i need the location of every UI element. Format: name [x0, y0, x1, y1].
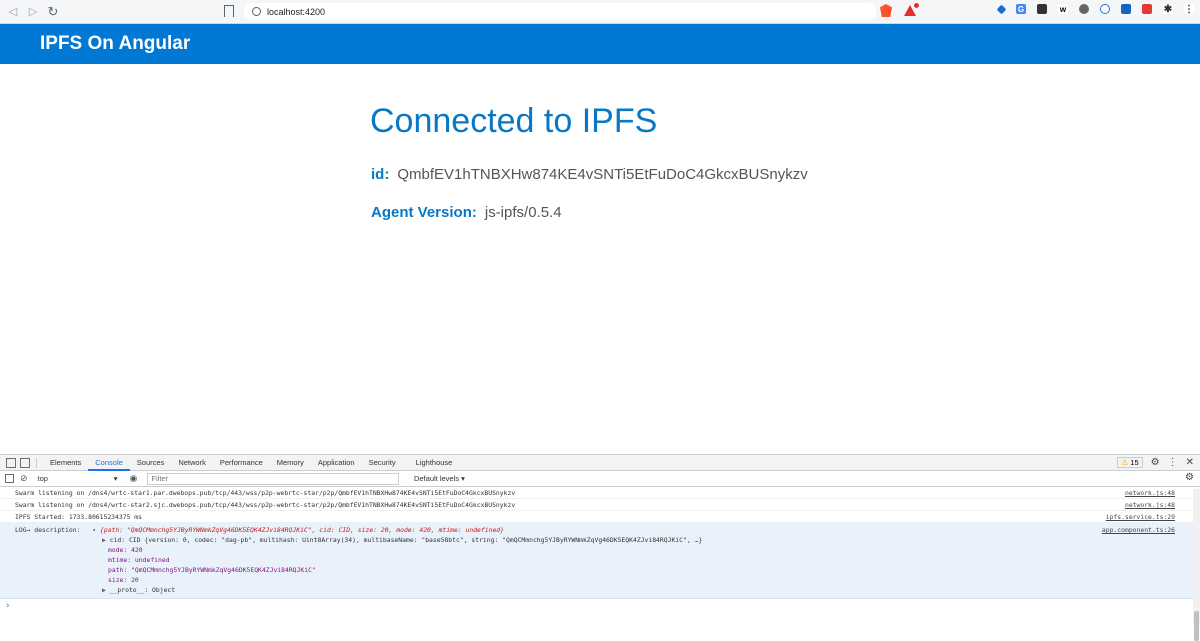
log-prefix: LOG→ description:	[15, 526, 81, 534]
console-scrollbar[interactable]	[1193, 489, 1200, 641]
brave-shields-icon[interactable]	[880, 4, 892, 17]
devtools-panel: Elements Console Sources Network Perform…	[0, 454, 1200, 641]
log-line: Swarm listening on /dns4/wrtc-star1.par.…	[0, 487, 1200, 499]
source-link[interactable]: network.js:48	[1125, 487, 1175, 499]
warnings-badge[interactable]: ⚠ 15	[1117, 457, 1143, 468]
cid-property[interactable]: cid: CID {version: 0, codec: "dag-pb", m…	[110, 536, 703, 544]
agent-version-value: js-ipfs/0.5.4	[484, 204, 562, 221]
mtime-property: mtime: undefined	[108, 556, 170, 564]
source-link[interactable]: app.component.ts:26	[1102, 525, 1175, 535]
clear-console-icon[interactable]: ⊘	[20, 473, 28, 484]
path-property: path: "QmQCMmnchg5YJByRYWNmkZqVg46DK5EQK…	[108, 566, 316, 574]
scroll-thumb[interactable]	[1194, 611, 1199, 641]
tab-lighthouse[interactable]: Lighthouse	[409, 455, 460, 471]
context-value: top	[37, 474, 48, 483]
trello-extension-icon[interactable]	[1121, 4, 1131, 14]
main-content: Connected to IPFS id: QmbfEV1hTNBXHw874K…	[0, 64, 1200, 454]
console-prompt-row[interactable]: ›	[0, 599, 1200, 613]
site-info-icon[interactable]	[252, 7, 261, 16]
warning-count: 15	[1130, 458, 1139, 467]
tab-sources[interactable]: Sources	[130, 455, 172, 471]
console-prompt: ›	[5, 601, 11, 611]
tab-performance[interactable]: Performance	[213, 455, 270, 471]
tab-network[interactable]: Network	[171, 455, 213, 471]
device-toolbar-icon[interactable]	[20, 457, 30, 468]
forward-icon[interactable]: ▷	[26, 5, 40, 19]
expand-arrow-icon[interactable]: ▶	[102, 536, 106, 544]
puzzle-extensions-icon[interactable]: ✱	[1163, 4, 1173, 15]
menu-icon[interactable]: ⋮	[1184, 4, 1194, 15]
expand-arrow-icon[interactable]: ▶	[102, 586, 106, 594]
id-label: id:	[371, 166, 390, 183]
translate-extension-icon[interactable]: G	[1016, 4, 1026, 14]
settings-gear-icon[interactable]: ⚙	[1151, 457, 1160, 468]
reload-icon[interactable]: ↻	[46, 4, 60, 19]
console-filterbar: ⊘ top ▾ ◉ Default levels ▾ ⚙	[0, 471, 1200, 487]
log-text: Swarm listening on /dns4/wrtc-star2.sjc.…	[15, 501, 516, 509]
tab-security[interactable]: Security	[362, 455, 403, 471]
devtools-tabbar: Elements Console Sources Network Perform…	[0, 455, 1200, 471]
expand-arrow-icon[interactable]: ▾	[92, 526, 96, 534]
browser-toolbar: ◁ ▷ ↻ localhost:4200 G w ✱ ⋮	[0, 0, 1200, 24]
live-expression-eye-icon[interactable]: ◉	[130, 473, 138, 484]
back-icon[interactable]: ◁	[6, 5, 20, 19]
wikipedia-extension-icon[interactable]: w	[1058, 4, 1068, 14]
extensions-area: G w ✱ ⋮	[996, 4, 1194, 15]
tab-console[interactable]: Console	[88, 455, 130, 471]
app-header: IPFS On Angular	[0, 24, 1200, 64]
agent-version-row: Agent Version: js-ipfs/0.5.4	[371, 204, 562, 221]
object-summary[interactable]: {path: "QmQCMmnchg5YJByRYWNmkZqVg46DK5EQ…	[100, 526, 504, 534]
app-title: IPFS On Angular	[40, 33, 191, 54]
context-select[interactable]: top ▾	[38, 474, 118, 483]
divider	[36, 457, 37, 468]
rewards-badge	[913, 2, 920, 9]
ethereum-extension-icon[interactable]	[996, 4, 1007, 14]
console-output: Swarm listening on /dns4/wrtc-star1.par.…	[0, 487, 1200, 613]
log-line: IPFS Started: 1733.80615234375 ms ipfs.s…	[0, 511, 1200, 523]
devtools-actions: ⚠ 15 ⚙ ⋮ ✕	[1117, 457, 1194, 468]
log-text: Swarm listening on /dns4/wrtc-star1.par.…	[15, 489, 516, 497]
page-title: Connected to IPFS	[370, 102, 658, 140]
bookmark-icon[interactable]	[224, 5, 234, 17]
chevron-down-icon: ▾	[113, 474, 118, 483]
tab-memory[interactable]: Memory	[270, 455, 311, 471]
id-row: id: QmbfEV1hTNBXHw874KE4vSNTi5EtFuDoC4Gk…	[371, 166, 808, 183]
address-bar[interactable]: localhost:4200	[244, 3, 876, 20]
tab-elements[interactable]: Elements	[43, 455, 88, 471]
globe-extension-icon[interactable]	[1100, 4, 1110, 14]
red-extension-icon[interactable]	[1142, 4, 1152, 14]
mode-property: mode: 420	[108, 546, 143, 554]
warning-icon: ⚠	[1121, 458, 1129, 467]
object-log-entry: LOG→ description: ▾ {path: "QmQCMmnchg5Y…	[0, 523, 1200, 599]
source-link[interactable]: network.js:48	[1125, 499, 1175, 511]
cube-extension-icon[interactable]	[1079, 4, 1089, 14]
log-text: IPFS Started: 1733.80615234375 ms	[15, 513, 142, 521]
size-property: size: 20	[108, 576, 139, 584]
filter-input[interactable]	[147, 472, 400, 485]
tab-application[interactable]: Application	[311, 455, 362, 471]
more-options-icon[interactable]: ⋮	[1168, 457, 1178, 468]
log-line: Swarm listening on /dns4/wrtc-star2.sjc.…	[0, 499, 1200, 511]
dark-extension-icon[interactable]	[1037, 4, 1047, 14]
sidebar-toggle-icon[interactable]	[5, 474, 14, 483]
close-devtools-icon[interactable]: ✕	[1186, 457, 1194, 468]
url-text: localhost:4200	[267, 6, 326, 17]
id-value: QmbfEV1hTNBXHw874KE4vSNTi5EtFuDoC4GkcxBU…	[397, 166, 808, 183]
log-levels-dropdown[interactable]: Default levels ▾	[414, 474, 465, 483]
agent-version-label: Agent Version:	[371, 204, 477, 221]
console-settings-icon[interactable]: ⚙	[1185, 472, 1194, 483]
inspect-element-icon[interactable]	[6, 457, 16, 468]
proto-property[interactable]: __proto__: Object	[110, 586, 175, 594]
source-link[interactable]: ipfs.service.ts:29	[1106, 511, 1175, 523]
